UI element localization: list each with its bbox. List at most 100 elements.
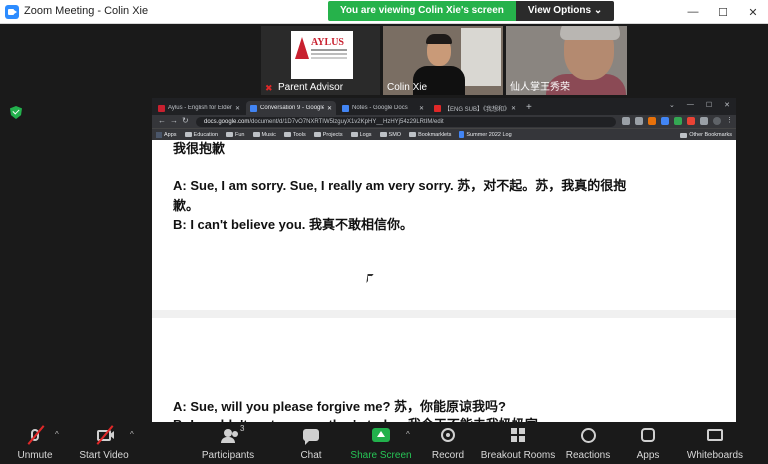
bookmark-folder-bookmarklets[interactable]: Bookmarklets: [409, 132, 451, 138]
google-docs-icon: [459, 131, 465, 138]
bookmark-folder-music[interactable]: Music: [252, 132, 276, 138]
bookmark-summer-log[interactable]: Summer 2022 Log: [459, 131, 512, 138]
start-video-button[interactable]: Start Video: [69, 425, 139, 461]
whiteboards-button[interactable]: Whiteboards: [680, 426, 750, 461]
extension-icons: ⋮: [622, 117, 734, 125]
bookmark-folder-projects[interactable]: Projects: [313, 132, 343, 138]
browser-tab-aylus[interactable]: Aylus - English for Elderly - sci ✕: [154, 101, 244, 115]
menu-kebab-icon[interactable]: ⋮: [726, 117, 734, 125]
other-bookmarks[interactable]: Other Bookmarks: [680, 132, 732, 138]
minimize-button[interactable]: —: [678, 0, 708, 24]
folder-icon: [350, 132, 358, 137]
back-arrow-icon[interactable]: ←: [158, 116, 166, 125]
address-bar[interactable]: docs.google.com/document/d/1D7vO7NXRTIW5…: [196, 117, 616, 127]
folder-icon: [313, 132, 321, 137]
audio-options-caret-icon[interactable]: ^: [55, 430, 59, 439]
title-bar: Zoom Meeting - Colin Xie You are viewing…: [0, 0, 768, 24]
reactions-smiley-icon: [577, 426, 599, 444]
zoom-app-icon: [5, 5, 19, 19]
window-title: Zoom Meeting - Colin Xie: [24, 5, 149, 17]
video-tile-parent-advisor[interactable]: AYLUS ✖ Parent Advisor: [261, 26, 380, 95]
participant-name: Colin Xie: [387, 82, 428, 93]
doc-page[interactable]: A: Sue, will you please forgive me? 苏，你能…: [152, 318, 736, 422]
doc-line: B: I can't believe you. 我真不敢相信你。: [173, 217, 414, 232]
bookmark-apps[interactable]: Apps: [156, 131, 177, 138]
bookmark-label: Summer 2022 Log: [466, 131, 512, 138]
doc-line: A: Sue, I am sorry. Sue, I really am ver…: [173, 178, 627, 193]
bookmark-star-icon[interactable]: [635, 117, 643, 125]
start-video-label: Start Video: [79, 450, 129, 461]
browser-tab-video[interactable]: 【ENG SUB】《我想和》第30集 ✕: [430, 101, 520, 115]
apps-icon: [637, 426, 659, 444]
folder-icon: [379, 132, 387, 137]
bookmark-label: Other Bookmarks: [689, 132, 732, 138]
tab-favicon-icon: [158, 104, 165, 112]
bookmark-label: SMO: [388, 131, 402, 138]
meeting-toolbar: Unmute ^ Start Video ^ 3 Participants Ch…: [0, 422, 768, 464]
tab-close-icon[interactable]: ✕: [327, 105, 332, 112]
aylus-logo-text: AYLUS: [311, 37, 344, 48]
bookmark-label: Apps: [164, 131, 177, 138]
tab-close-icon[interactable]: ✕: [419, 105, 424, 112]
share-icon[interactable]: [622, 117, 630, 125]
share-options-caret-icon[interactable]: ^: [406, 430, 410, 439]
url-path: /document/d/1D7vO7NXRTIW5lzguyX1v2KpHY__…: [249, 119, 444, 125]
google-doc-canvas[interactable]: 我很抱歉 A: Sue, I am sorry. Sue, I really a…: [152, 140, 736, 422]
apps-button[interactable]: Apps: [613, 426, 683, 461]
browser-close-icon[interactable]: ✕: [724, 101, 730, 109]
bookmark-folder-logs[interactable]: Logs: [350, 132, 372, 138]
participants-button[interactable]: 3 Participants: [193, 424, 263, 461]
browser-tab-conversation-9[interactable]: Conversation 9 - Google Docs ✕: [246, 101, 336, 115]
browser-maximize-icon[interactable]: ☐: [706, 101, 712, 109]
bookmark-folder-education[interactable]: Education: [184, 131, 219, 138]
view-options-button[interactable]: View Options ⌄: [515, 1, 615, 21]
whiteboards-label: Whiteboards: [686, 450, 744, 461]
unmute-button[interactable]: Unmute: [0, 425, 70, 461]
chat-bubble-icon: [300, 426, 322, 445]
extension-icon[interactable]: [661, 117, 669, 125]
share-screen-icon: [370, 426, 392, 444]
browser-tab-notes[interactable]: Notes - Google Docs ✕: [338, 101, 428, 115]
close-button[interactable]: ✕: [738, 0, 768, 24]
bookmark-label: Fun: [235, 131, 245, 138]
extension-icon[interactable]: [674, 117, 682, 125]
tab-close-icon[interactable]: ✕: [235, 105, 240, 112]
browser-toolbar: ← → ↻ docs.google.com/document/d/1D7vO7N…: [152, 115, 736, 128]
background-window: [461, 28, 501, 86]
participants-icon: 3: [217, 424, 244, 444]
extension-icon[interactable]: [648, 117, 656, 125]
extension-icon[interactable]: [687, 117, 695, 125]
video-options-caret-icon[interactable]: ^: [130, 430, 134, 439]
bookmark-label: Education: [193, 131, 219, 138]
whiteboard-icon: [704, 426, 726, 444]
bookmark-folder-smo[interactable]: SMO: [379, 131, 402, 138]
breakout-rooms-button[interactable]: Breakout Rooms: [481, 426, 555, 461]
maximize-button[interactable]: ☐: [708, 0, 738, 24]
apps-grid-icon: [156, 131, 162, 138]
bookmark-folder-fun[interactable]: Fun: [226, 131, 245, 138]
doc-page[interactable]: 我很抱歉 A: Sue, I am sorry. Sue, I really a…: [152, 140, 736, 310]
extensions-puzzle-icon[interactable]: [700, 117, 708, 125]
chat-button[interactable]: Chat: [276, 426, 346, 461]
profile-avatar[interactable]: [713, 117, 721, 125]
bookmark-label: Tools: [292, 131, 306, 138]
encryption-shield-icon[interactable]: [10, 106, 22, 119]
new-tab-button[interactable]: +: [522, 101, 536, 115]
url-host: docs.google.com: [204, 119, 250, 125]
reload-icon[interactable]: ↻: [182, 116, 189, 125]
forward-arrow-icon[interactable]: →: [170, 116, 178, 125]
video-tile-colin-xie[interactable]: Colin Xie: [383, 26, 503, 95]
record-button[interactable]: Record: [413, 426, 483, 461]
shared-browser-window: Aylus - English for Elderly - sci ✕ Conv…: [152, 98, 736, 422]
browser-minimize-icon[interactable]: —: [687, 101, 694, 109]
unmute-label: Unmute: [17, 450, 53, 461]
tab-label: 【ENG SUB】《我想和》第30集: [444, 106, 508, 113]
reactions-label: Reactions: [565, 450, 611, 461]
browser-tab-bar: Aylus - English for Elderly - sci ✕ Conv…: [152, 98, 736, 115]
tab-search-icon[interactable]: ⌄: [669, 101, 675, 109]
folder-icon: [226, 132, 234, 137]
aylus-logo: AYLUS: [291, 31, 353, 79]
video-tile-elder-participant[interactable]: 仙人掌王秀荣: [506, 26, 627, 95]
bookmark-folder-tools[interactable]: Tools: [283, 131, 306, 138]
tab-close-icon[interactable]: ✕: [511, 105, 516, 112]
